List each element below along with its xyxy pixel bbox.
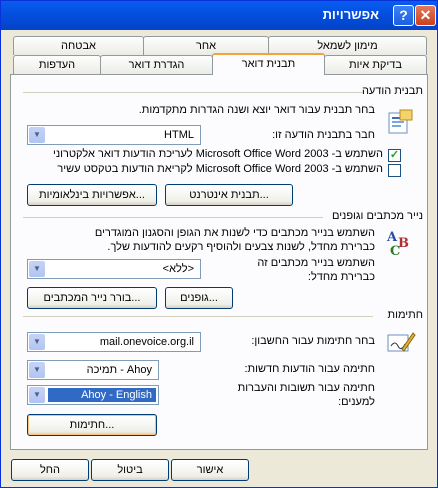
divider [23,217,323,218]
stationery-description-2: כברירת מחדל, לשנות צבעים ולהוסיף רקעים ל… [107,241,375,253]
message-format-description: בחר תבנית עבור דואר יוצא ושנה הגדרות מתק… [138,104,375,116]
tab-security[interactable]: אבטחה [13,36,144,55]
help-button[interactable]: ? [393,5,414,26]
signatures-button[interactable]: חתימות... [27,414,157,436]
fonts-icon: ABC [386,227,416,259]
stationery-title: נייר מכתבים וגופנים [331,210,423,222]
divider [23,316,373,317]
chevron-down-icon: ▼ [29,334,45,350]
chevron-down-icon: ▼ [29,261,45,277]
signature-icon [386,329,416,355]
compose-format-select[interactable]: ▼ HTML [27,125,201,145]
word-edit-label: השתמש ב- Microsoft Office Word 2003 לערי… [52,148,383,160]
close-button[interactable]: ✕ [415,5,436,26]
chevron-down-icon: ▼ [29,127,45,143]
stationery-use-label: השתמש בנייר מכתבים זה [257,257,375,269]
stationery-picker-button[interactable]: בורר נייר המכתבים... [27,287,157,309]
tab-spelling[interactable]: בדיקת איות [324,55,427,74]
apply-button[interactable]: החל [11,459,89,481]
account-select[interactable]: ▼ mail.onevoice.org.il [27,332,201,352]
chevron-down-icon: ▼ [29,362,45,378]
chevron-down-icon: ▼ [29,387,45,403]
message-format-icon [386,109,414,135]
new-message-signature-select[interactable]: ▼ תמיכה - Ahoy [27,360,159,380]
new-message-signature-label: חתימה עבור הודעות חדשות: [244,363,375,375]
ok-button[interactable]: אישור [171,459,249,481]
stationery-default-label: כברירת מחדל: [307,271,375,283]
fonts-button[interactable]: גופנים... [165,287,233,309]
word-read-label: השתמש ב- Microsoft Office Word 2003 לקרי… [57,163,383,175]
international-options-button[interactable]: אפשרויות בינלאומיות... [27,184,157,206]
reply-signature-label: חתימה עבור תשובות והעברות [237,382,375,394]
cancel-button[interactable]: ביטול [91,459,169,481]
internet-format-button[interactable]: תבנית אינטרנט... [165,184,293,206]
compose-format-label: חבר בתבנית הודעה זו: [272,129,375,141]
message-format-title: תבנית הודעה [361,85,423,97]
signatures-title: חתימות [387,309,424,321]
word-edit-checkbox[interactable]: ✓ [388,149,401,162]
account-signature-label: בחר חתימות עבור החשבון: [251,335,375,347]
reply-signature-select[interactable]: ▼ Ahoy - English [27,385,159,405]
svg-text:C: C [390,244,400,257]
tab-mail-format[interactable]: תבנית דואר [212,53,325,75]
divider [23,92,363,93]
stationery-select[interactable]: ▼ <ללא> [27,259,201,279]
word-read-checkbox[interactable] [388,164,401,177]
title-bar: אפשרויות ? ✕ [1,1,437,30]
options-dialog: אפשרויות ? ✕ מימון לשמאל אחר אבטחה בדיקת… [0,0,438,488]
window-title: אפשרויות [322,7,379,22]
stationery-description-1: השתמש בנייר מכתבים כדי לשנות את הגופן וה… [94,227,375,239]
tab-mail-setup[interactable]: הגדרת דואר [100,55,213,74]
tab-preferences[interactable]: העדפות [13,55,101,74]
reply-signature-label-2: למענים: [338,396,375,408]
svg-text:A: A [386,230,398,245]
